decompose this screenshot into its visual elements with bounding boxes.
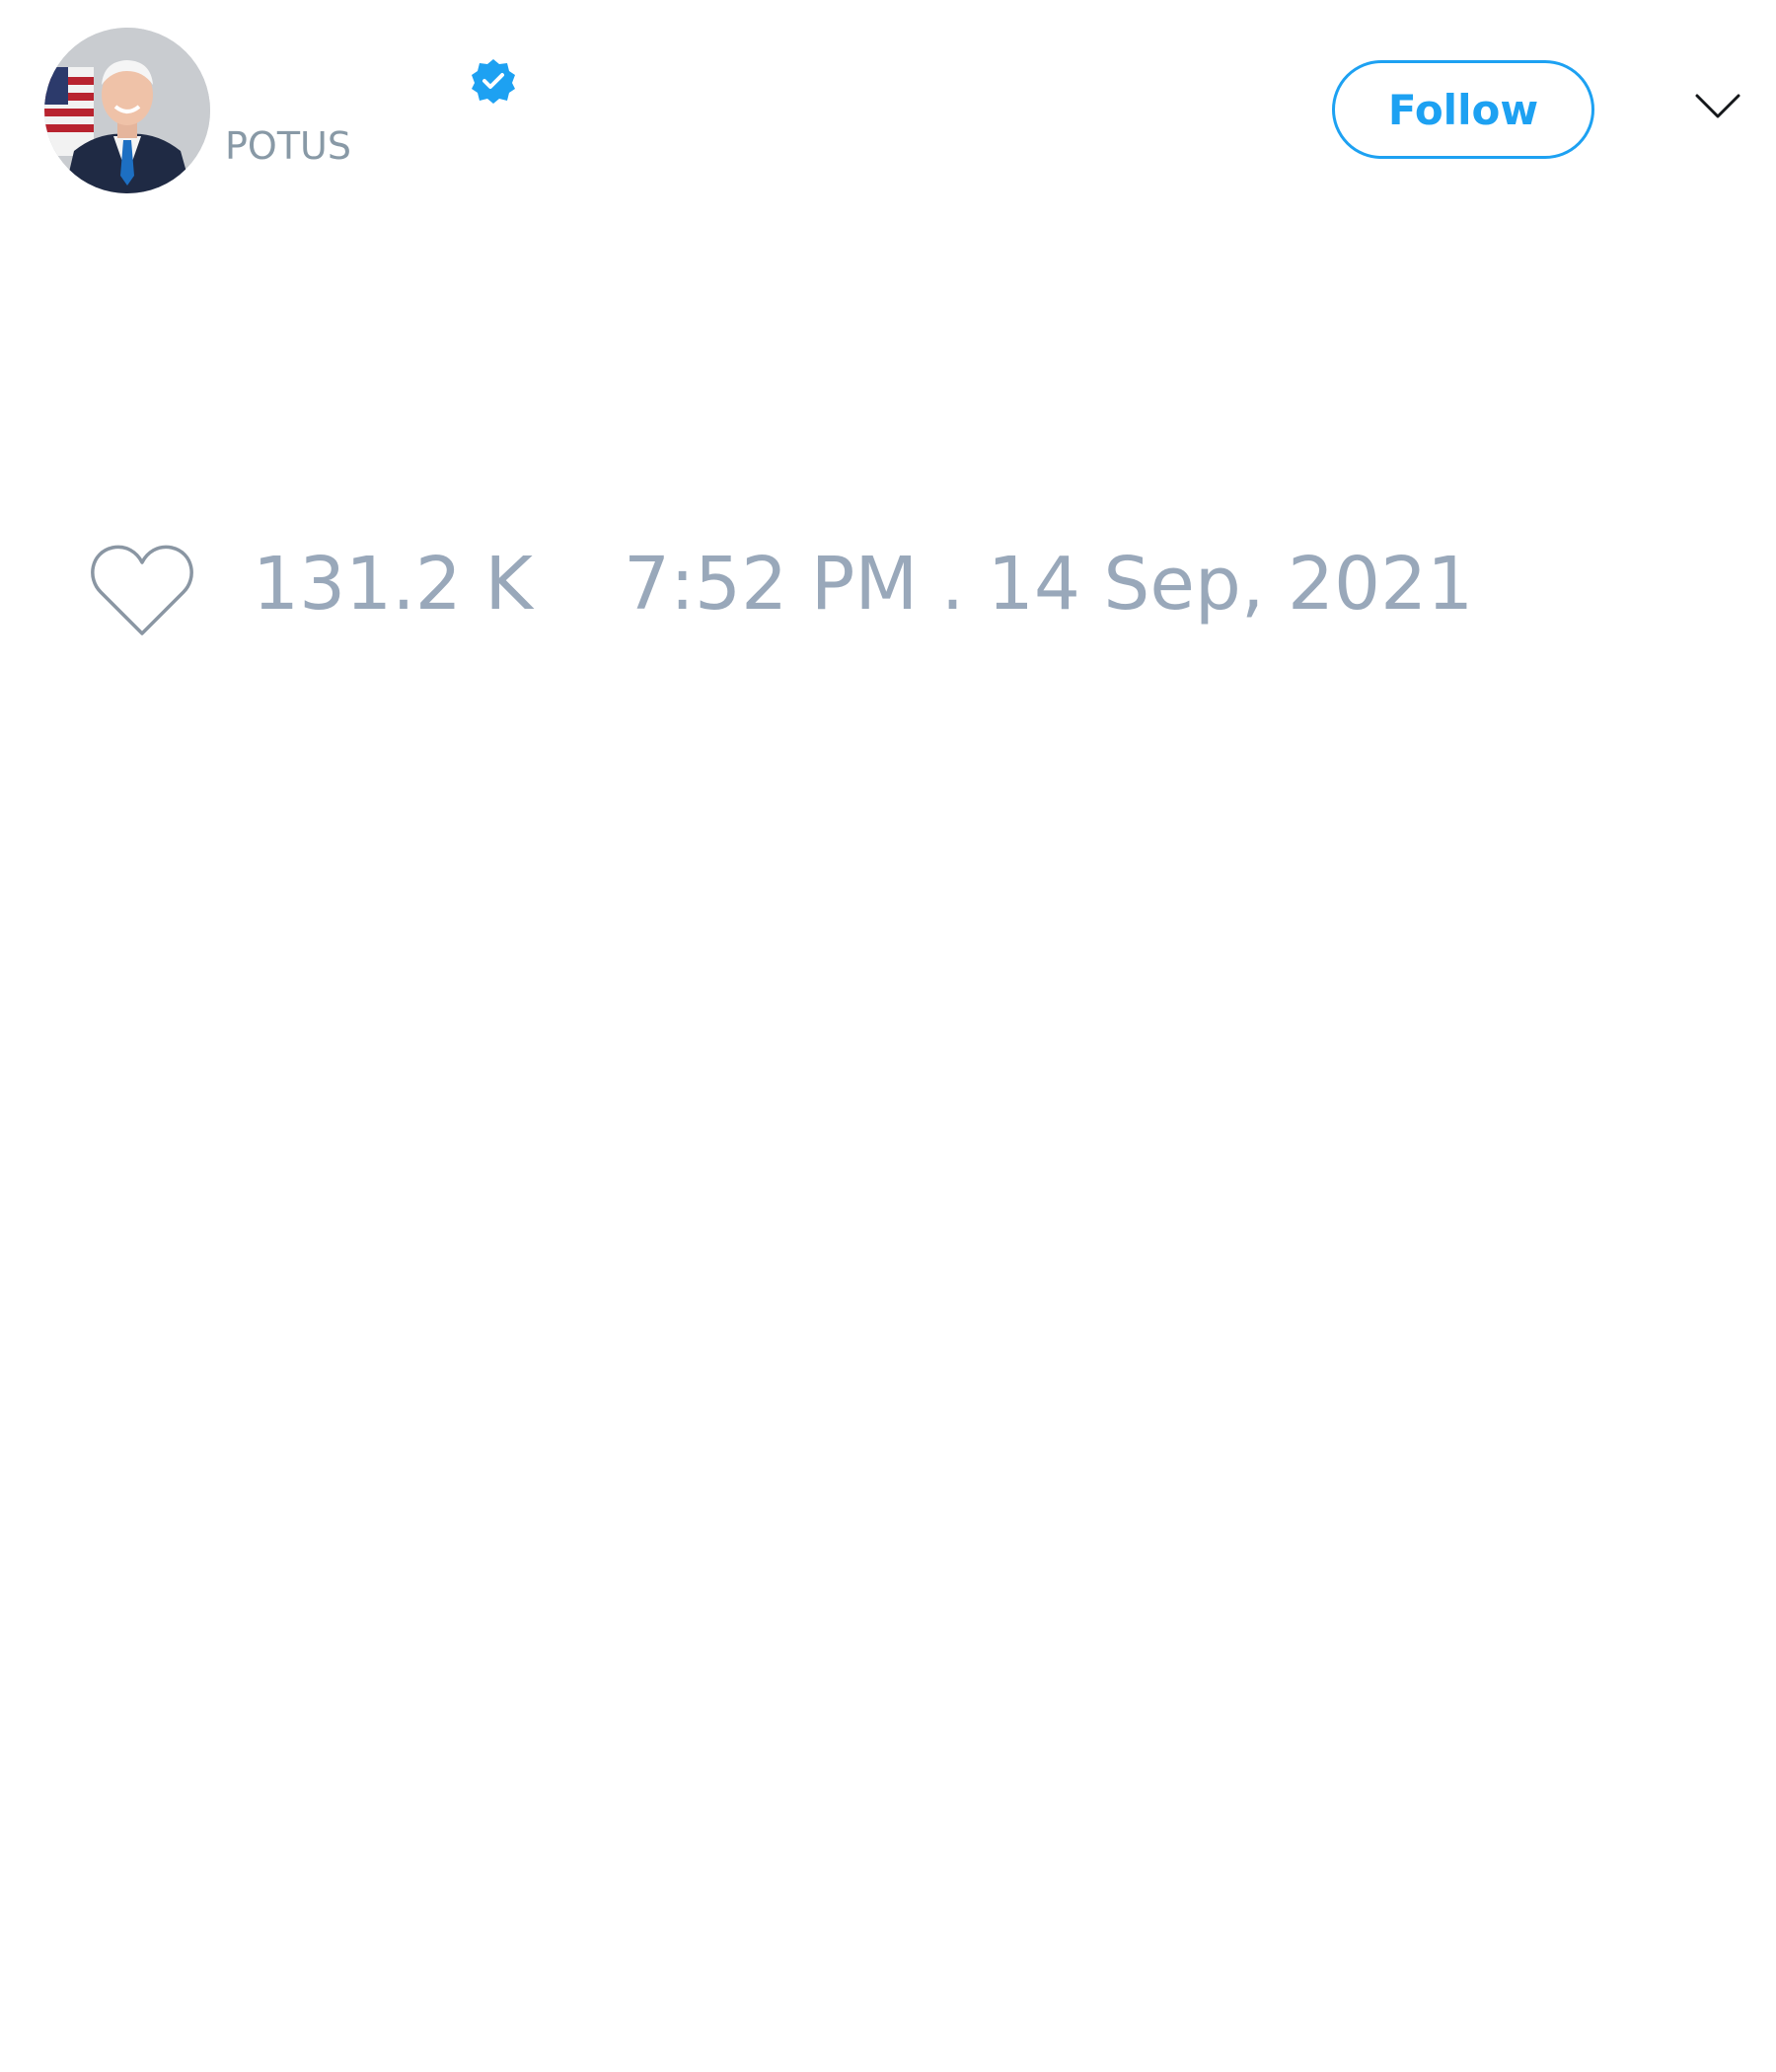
follow-button[interactable]: Follow bbox=[1332, 60, 1594, 159]
user-handle[interactable]: POTUS bbox=[225, 124, 351, 168]
avatar[interactable] bbox=[44, 28, 210, 193]
tweet-timestamp[interactable]: 7:52 PM . 14 Sep, 2021 bbox=[624, 548, 1473, 621]
avatar-portrait bbox=[44, 28, 210, 193]
like-count: 131.2 K bbox=[253, 542, 533, 627]
heart-icon[interactable] bbox=[89, 543, 195, 636]
verified-badge-icon bbox=[472, 59, 515, 104]
chevron-down-icon[interactable] bbox=[1695, 93, 1740, 120]
